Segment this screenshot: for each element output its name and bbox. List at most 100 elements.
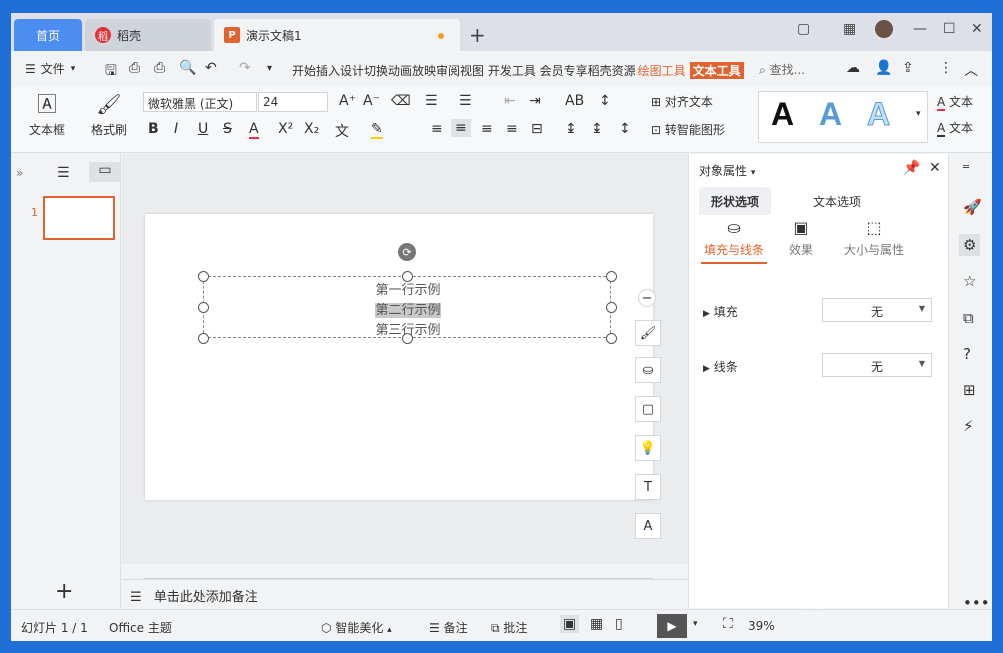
text-effect-icon[interactable]: A bbox=[635, 513, 661, 539]
play-options-icon[interactable]: ▾ bbox=[693, 619, 698, 629]
props-title[interactable]: 对象属性 ▾ bbox=[699, 162, 755, 179]
close-pane-icon[interactable]: ✕ bbox=[929, 160, 941, 176]
resize-handle[interactable] bbox=[606, 271, 617, 282]
resize-handle[interactable] bbox=[402, 333, 413, 344]
column-spacing-icon[interactable]: ↨ bbox=[591, 121, 603, 137]
brush-style-icon[interactable]: 🖌 bbox=[635, 320, 661, 346]
share-icon[interactable]: ⇪ bbox=[902, 60, 914, 76]
cloud-sync-icon[interactable]: ☁ bbox=[846, 60, 860, 76]
menu-text-tool[interactable]: 文本工具 bbox=[689, 62, 744, 79]
fill-select[interactable]: 无 ▼ bbox=[822, 298, 932, 322]
customize-icon[interactable]: ▾ bbox=[267, 63, 272, 74]
properties-icon[interactable]: ⚙ bbox=[959, 234, 981, 256]
maximize-icon[interactable]: ☐ bbox=[943, 21, 956, 37]
collapse-ribbon-icon[interactable]: ︿ bbox=[964, 60, 978, 80]
expand-panel-icon[interactable]: » bbox=[16, 166, 23, 180]
normal-view-icon[interactable]: ▣ bbox=[560, 615, 580, 633]
notes-area[interactable]: ☰ 单击此处添加备注 bbox=[122, 579, 688, 608]
text-wrap-icon[interactable]: T bbox=[635, 474, 661, 500]
layout-icon[interactable]: ▢ bbox=[797, 21, 810, 37]
idea-bulb-icon[interactable]: 💡 bbox=[635, 435, 661, 461]
slide[interactable]: ⟳ 第一行示例 第二行示例 第三行示例 bbox=[145, 214, 653, 500]
text-style-outline[interactable]: A bbox=[866, 96, 890, 133]
search-box[interactable]: ⌕ 查找... bbox=[759, 61, 805, 78]
align-text-button[interactable]: ⊞ 对齐文本 bbox=[651, 93, 713, 110]
numbered-list-icon[interactable]: ☰ bbox=[459, 93, 472, 109]
text-outline-button[interactable]: A 文本 bbox=[937, 119, 973, 137]
lightning-icon[interactable]: ⚡ bbox=[963, 417, 974, 435]
print-preview-icon[interactable]: 🔍 bbox=[179, 60, 196, 76]
smart-shape-button[interactable]: ⊡ 转智能图形 bbox=[651, 121, 725, 138]
text-style-black[interactable]: A bbox=[771, 96, 794, 133]
rotate-handle-icon[interactable]: ⟳ bbox=[398, 243, 416, 261]
new-tab-button[interactable]: + bbox=[469, 23, 486, 47]
tab-home[interactable]: 首页 bbox=[14, 19, 82, 51]
tab-shape-options[interactable]: 形状选项 bbox=[699, 187, 772, 215]
textbox-button[interactable]: 🄰 文本框 bbox=[23, 93, 71, 138]
play-button[interactable]: ▶ bbox=[657, 614, 687, 638]
minimize-icon[interactable]: — bbox=[913, 21, 927, 37]
bold-icon[interactable]: B bbox=[148, 121, 159, 137]
image-tool-icon[interactable]: ⊞ bbox=[963, 381, 976, 399]
increase-indent-icon[interactable]: ⇥ bbox=[529, 93, 541, 109]
more-icon[interactable]: ⋮ bbox=[939, 60, 953, 76]
shrink-font-icon[interactable]: A⁻ bbox=[363, 93, 380, 109]
resize-handle[interactable] bbox=[198, 302, 209, 313]
line-spacing-icon[interactable]: ↕ bbox=[599, 93, 611, 109]
add-slide-button[interactable]: + bbox=[55, 579, 73, 604]
line-row[interactable]: ▶ 线条 bbox=[703, 358, 738, 375]
align-center-icon[interactable]: ≡ bbox=[451, 119, 471, 137]
grow-font-icon[interactable]: A⁺ bbox=[339, 93, 356, 109]
zoom-value[interactable]: 39% bbox=[748, 619, 775, 633]
beautify-button[interactable]: ⬡ 智能美化 ▴ bbox=[321, 619, 392, 636]
animation-star-icon[interactable]: ☆ bbox=[963, 272, 976, 290]
close-icon[interactable]: ✕ bbox=[971, 21, 983, 37]
collapse-tools-icon[interactable]: − bbox=[638, 289, 656, 307]
outline-view-icon[interactable]: ☰ bbox=[57, 165, 70, 181]
print-icon[interactable]: ⎙ bbox=[154, 60, 165, 76]
resize-handle[interactable] bbox=[198, 271, 209, 282]
file-menu[interactable]: ☰ 文件 ▾ bbox=[25, 60, 75, 77]
undo-icon[interactable]: ↶ bbox=[205, 60, 217, 76]
slide-thumbnail[interactable] bbox=[43, 196, 115, 240]
fill-bucket-icon[interactable]: ⛀ bbox=[635, 357, 661, 383]
notes-toggle-button[interactable]: ☰ 备注 bbox=[429, 619, 468, 636]
underline-icon[interactable]: U bbox=[198, 121, 208, 137]
text-line-2[interactable]: 第二行示例 bbox=[204, 299, 612, 318]
apps-grid-icon[interactable]: ▦ bbox=[843, 21, 856, 37]
text-direction-icon[interactable]: AB bbox=[565, 93, 584, 109]
selected-textbox[interactable]: 第一行示例 第二行示例 第三行示例 bbox=[198, 271, 617, 344]
save-icon[interactable]: 🖫 bbox=[105, 60, 117, 84]
highlight-icon[interactable]: ✎ bbox=[371, 121, 383, 139]
italic-icon[interactable]: I bbox=[174, 121, 178, 137]
subtab-size[interactable]: ⬚ 大小与属性 bbox=[837, 218, 911, 258]
tab-daoke[interactable]: 稻 稻壳 bbox=[85, 19, 211, 51]
decrease-indent-icon[interactable]: ⇤ bbox=[504, 93, 516, 109]
rocket-icon[interactable]: 🚀 bbox=[963, 198, 982, 216]
sorter-view-icon[interactable]: ▦ bbox=[590, 616, 603, 632]
font-name-select[interactable]: 微软雅黑 (正文) bbox=[143, 92, 257, 112]
resize-handle[interactable] bbox=[402, 271, 413, 282]
menu-draw-tool[interactable]: 绘图工具 bbox=[638, 62, 686, 79]
clear-format-icon[interactable]: ⌫ bbox=[391, 93, 411, 109]
slide-switch-icon[interactable]: ⧉ bbox=[963, 309, 974, 327]
align-right-icon[interactable]: ≡ bbox=[481, 121, 493, 137]
redo-icon[interactable]: ↷ bbox=[239, 60, 251, 76]
text-fill-button[interactable]: A 文本 bbox=[937, 93, 973, 111]
export-pdf-icon[interactable]: ⎙ bbox=[129, 60, 140, 76]
bullet-list-icon[interactable]: ☰ bbox=[425, 93, 438, 109]
resize-handle[interactable] bbox=[606, 333, 617, 344]
menu-items[interactable]: 开始插入设计切换动画放映审阅视图 开发工具 会员专享稻壳资源 绘图工具 文本工具 bbox=[292, 62, 744, 79]
help-icon[interactable]: ? bbox=[963, 345, 971, 363]
reading-view-icon[interactable]: ▯ bbox=[615, 616, 623, 632]
text-style-blue[interactable]: A bbox=[819, 96, 842, 133]
distribute-icon[interactable]: ⊟ bbox=[531, 121, 543, 137]
resize-handle[interactable] bbox=[198, 333, 209, 344]
fill-row[interactable]: ▶ 填充 bbox=[703, 303, 738, 320]
phonetic-icon[interactable]: 文 bbox=[335, 121, 349, 141]
format-painter-button[interactable]: 🖌 格式刷 bbox=[85, 93, 133, 138]
subtab-effect[interactable]: ▣ 效果 bbox=[781, 218, 821, 258]
superscript-icon[interactable]: X² bbox=[278, 121, 293, 137]
comment-button[interactable]: ⧉ 批注 bbox=[491, 619, 527, 636]
line-spacing-options-icon[interactable]: ↕ bbox=[619, 121, 631, 137]
